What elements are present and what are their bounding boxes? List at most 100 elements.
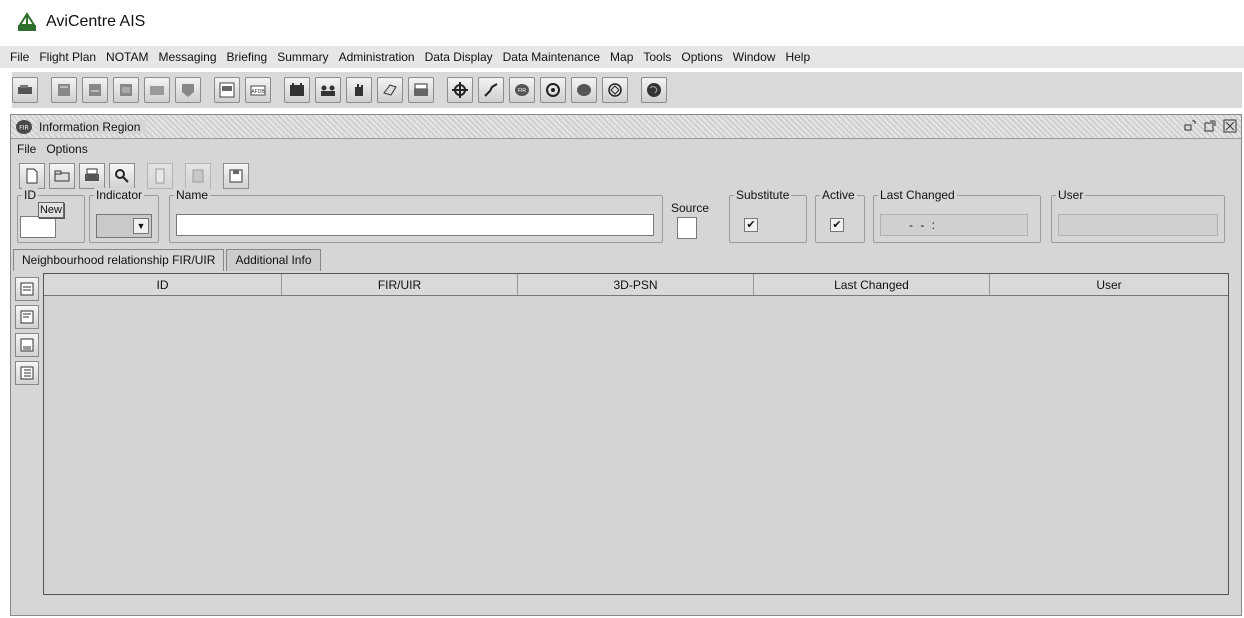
close-icon[interactable]	[1223, 119, 1237, 133]
indicator-label: Indicator	[94, 188, 145, 202]
tab-bar: Neighbourhood relationship FIR/UIR Addit…	[11, 247, 1241, 271]
chevron-down-icon[interactable]: ▼	[133, 218, 149, 234]
printer-stack-icon	[414, 83, 428, 96]
window-titlebar[interactable]: FIR Information Region	[11, 115, 1241, 139]
save-button[interactable]	[223, 163, 249, 189]
neighbourhood-table[interactable]: ID FIR/UIR 3D-PSN Last Changed User	[43, 273, 1229, 595]
hand-button[interactable]	[346, 77, 372, 103]
circle-icon	[546, 83, 560, 97]
calendar-button[interactable]	[284, 77, 310, 103]
flight-plan-button[interactable]	[12, 77, 38, 103]
menu-flight-plan[interactable]: Flight Plan	[39, 50, 96, 64]
app-titlebar: AviCentre AIS	[0, 0, 1244, 44]
window-menu-options[interactable]: Options	[46, 142, 87, 156]
user-label: User	[1056, 188, 1086, 202]
message-archive-button[interactable]	[175, 77, 201, 103]
print-button[interactable]	[79, 163, 105, 189]
menu-options[interactable]: Options	[681, 50, 722, 64]
window-title: Information Region	[37, 119, 147, 134]
column-header-user[interactable]: User	[990, 274, 1228, 295]
fir-button[interactable]: FIR	[509, 77, 535, 103]
user-value	[1058, 214, 1218, 236]
menu-summary[interactable]: Summary	[277, 50, 328, 64]
open-folder-icon	[54, 170, 70, 182]
column-header-fir-uir[interactable]: FIR/UIR	[282, 274, 518, 295]
notam-icon	[58, 84, 70, 96]
insert-row-icon	[20, 310, 34, 324]
message-out-button[interactable]	[144, 77, 170, 103]
id-input[interactable]	[20, 216, 56, 238]
name-input[interactable]	[176, 214, 654, 236]
id-group: ID New	[17, 188, 85, 243]
copy-button[interactable]	[147, 163, 173, 189]
name-group: Name	[169, 188, 663, 243]
afdb-button[interactable]: AFDB	[245, 77, 271, 103]
menu-briefing[interactable]: Briefing	[227, 50, 268, 64]
id-label: ID	[22, 188, 38, 202]
substitute-checkbox[interactable]: ✔	[744, 218, 758, 232]
eraser-icon	[383, 84, 397, 96]
briefing-button[interactable]	[214, 77, 240, 103]
menu-map[interactable]: Map	[610, 50, 633, 64]
message-icon	[89, 84, 101, 96]
open-button[interactable]	[49, 163, 75, 189]
list-icon	[20, 366, 34, 380]
circle-button[interactable]	[540, 77, 566, 103]
insert-row-button[interactable]	[15, 305, 39, 329]
source-label: Source	[671, 201, 710, 215]
window-menu-file[interactable]: File	[17, 142, 36, 156]
add-row-button[interactable]	[15, 277, 39, 301]
paste-button[interactable]	[185, 163, 211, 189]
hand-icon	[355, 84, 363, 96]
svg-text:FIR: FIR	[518, 88, 526, 94]
source-input[interactable]	[677, 217, 697, 239]
notam-button[interactable]	[51, 77, 77, 103]
eraser-button[interactable]	[377, 77, 403, 103]
list-view-button[interactable]	[15, 361, 39, 385]
menu-administration[interactable]: Administration	[339, 50, 415, 64]
globe-button[interactable]	[641, 77, 667, 103]
message-button[interactable]	[82, 77, 108, 103]
window-menubar: File Options	[11, 139, 1241, 159]
fir-window-icon: FIR	[16, 119, 32, 134]
globe-icon	[647, 83, 661, 97]
new-id-button[interactable]: New	[38, 202, 64, 218]
route-button[interactable]	[478, 77, 504, 103]
region-button[interactable]	[571, 77, 597, 103]
tab-neighbourhood-relationship[interactable]: Neighbourhood relationship FIR/UIR	[13, 249, 225, 271]
users-button[interactable]	[315, 77, 341, 103]
tab-additional-info[interactable]: Additional Info	[226, 249, 321, 271]
menu-window[interactable]: Window	[733, 50, 776, 64]
navaid-button[interactable]	[602, 77, 628, 103]
delete-row-button[interactable]	[15, 333, 39, 357]
menu-notam[interactable]: NOTAM	[106, 50, 148, 64]
new-record-button[interactable]	[19, 163, 45, 189]
active-checkbox[interactable]: ✔	[830, 218, 844, 232]
afdb-icon: AFDB	[250, 85, 266, 96]
last-changed-label: Last Changed	[878, 188, 957, 202]
table-header: ID FIR/UIR 3D-PSN Last Changed User	[44, 274, 1228, 296]
printer-stack-button[interactable]	[408, 77, 434, 103]
column-header-id[interactable]: ID	[44, 274, 282, 295]
active-group: Active ✔	[815, 188, 865, 243]
message-in-button[interactable]	[113, 77, 139, 103]
add-row-icon	[20, 282, 34, 296]
waypoint-button[interactable]	[447, 77, 473, 103]
delete-row-icon	[20, 338, 34, 352]
indicator-select[interactable]: ▼	[96, 214, 152, 238]
menu-data-display[interactable]: Data Display	[425, 50, 493, 64]
menu-file[interactable]: File	[10, 50, 29, 64]
menu-messaging[interactable]: Messaging	[159, 50, 217, 64]
menu-data-maintenance[interactable]: Data Maintenance	[503, 50, 600, 64]
briefing-icon	[219, 82, 235, 98]
paste-icon	[192, 169, 204, 183]
menu-help[interactable]: Help	[785, 50, 810, 64]
column-header-last-changed[interactable]: Last Changed	[754, 274, 990, 295]
menu-tools[interactable]: Tools	[643, 50, 671, 64]
new-document-icon	[26, 168, 38, 184]
last-changed-value: - - :	[880, 214, 1028, 236]
maximize-icon[interactable]	[1203, 119, 1217, 133]
restore-icon[interactable]	[1183, 119, 1197, 133]
search-button[interactable]	[109, 163, 135, 189]
column-header-3d-psn[interactable]: 3D-PSN	[518, 274, 754, 295]
